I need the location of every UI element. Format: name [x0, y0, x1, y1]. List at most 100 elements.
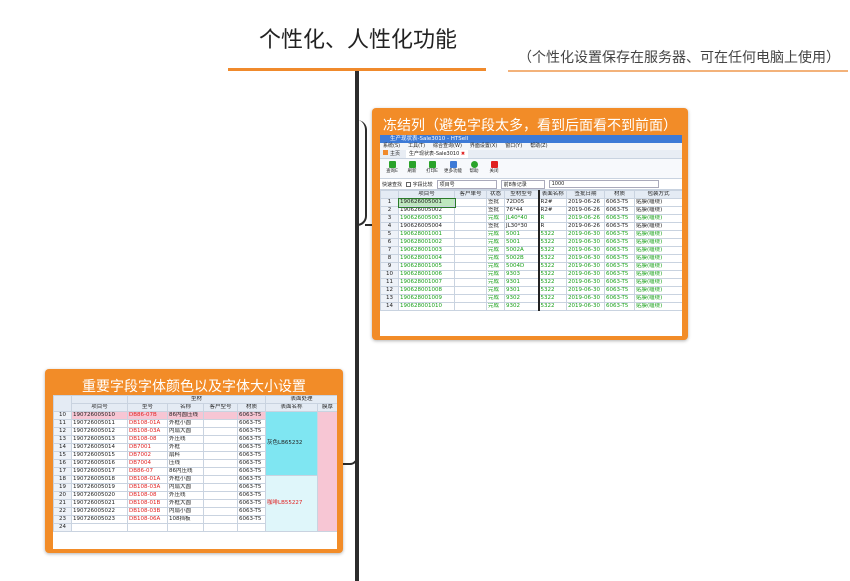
print-icon	[428, 161, 436, 168]
row-number-cell: 5	[380, 230, 399, 239]
table-row[interactable]: 12 190628001008 完成 9301 5322 2019-06-30 6063-T…	[380, 286, 682, 295]
table-cell: 190628001007	[398, 278, 455, 287]
column-header[interactable]: 项目号	[398, 190, 455, 199]
table-cell: 190726005021	[71, 499, 128, 508]
menu-item-query[interactable]: 综合查询(W)	[433, 143, 462, 150]
column-header[interactable]: 材质	[236, 403, 267, 412]
table-cell	[203, 427, 238, 436]
home-icon	[383, 150, 388, 155]
table-cell	[454, 294, 487, 303]
close-button[interactable]: 关闭	[486, 161, 502, 176]
table-cell: 190628001006	[398, 270, 455, 279]
table-cell: 贴膜(缠绕)	[634, 222, 682, 231]
table-cell: 贴膜(缠绕)	[634, 254, 682, 263]
table-cell: 5322	[538, 246, 567, 255]
table-cell	[454, 302, 487, 311]
row-number-cell: 6	[380, 238, 399, 247]
field-select[interactable]: 项目号	[436, 179, 497, 189]
table-cell	[454, 222, 487, 231]
table-row[interactable]: 1 190626005001 签批 72D05 R2# 2019-06-26 6063-T5…	[380, 197, 682, 208]
table-cell: JL40*40	[504, 214, 540, 223]
table-row[interactable]: 11 190628001007 完成 9301 5322 2019-06-30 6063-T…	[380, 278, 682, 287]
table-cell: 9301	[504, 278, 540, 287]
table-row[interactable]: 7 190628001003 完成 5002A 5322 2019-06-30 6063-T…	[380, 246, 682, 255]
table-cell: 5322	[538, 294, 567, 303]
table-cell	[203, 475, 238, 484]
table-cell: 5322	[538, 238, 567, 247]
table-row[interactable]: 3 190626005003 完成 JL40*40 R 2019-06-26 6063-T5…	[380, 214, 682, 223]
table-cell	[454, 262, 487, 271]
column-header[interactable]: 型号	[127, 403, 168, 412]
table-row[interactable]: 13 190628001009 完成 9302 5322 2019-06-30 6063-T…	[380, 294, 682, 303]
close-tab-icon[interactable]: ✖	[461, 151, 465, 157]
column-header[interactable]: 材质	[604, 190, 635, 199]
table-row[interactable]: 18 190726005018 DB108-01A 外框小圆 6063-T5 咖啡LB55…	[53, 475, 338, 532]
more-functions-button[interactable]: 更多功能	[444, 161, 462, 176]
record-mode-select[interactable]: 前8条记录	[500, 179, 545, 189]
table-cell: 6063-T5	[604, 230, 635, 239]
table-row[interactable]: 8 190628001004 完成 5002B 5322 2019-06-30 6063-T…	[380, 254, 682, 263]
table-cell: 2019-06-30	[566, 246, 605, 255]
refresh-button[interactable]: 刷新	[404, 161, 420, 176]
column-header[interactable]: 膜厚	[317, 403, 337, 412]
table-cell: DB86-07B	[127, 411, 168, 420]
column-header[interactable]: 表面名称	[538, 190, 567, 199]
limit-input[interactable]: 1000	[548, 180, 659, 188]
table-cell: 2019-06-30	[566, 278, 605, 287]
field-compare-checkbox[interactable]: 字段比较	[406, 181, 433, 188]
column-header[interactable]: 表面名称	[265, 403, 319, 412]
query-button[interactable]: 查询E	[384, 161, 400, 176]
table-cell	[454, 270, 487, 279]
table-cell	[454, 246, 487, 255]
column-header[interactable]: 签批日期	[566, 190, 605, 199]
table-cell: 190628001005	[398, 262, 455, 271]
table-row[interactable]: 9 190628001005 完成 5004D 5322 2019-06-30 6063-T…	[380, 262, 682, 271]
table-cell: 5002B	[504, 254, 540, 263]
column-header[interactable]: 名称	[167, 403, 204, 412]
table-cell: 贴膜(缠绕)	[634, 214, 682, 223]
table-cell: 5322	[538, 286, 567, 295]
table-cell: DB86-07	[127, 467, 168, 476]
table-cell: 2019-06-26	[566, 214, 605, 223]
note-underline	[508, 70, 848, 72]
table-cell	[203, 515, 238, 524]
column-header[interactable]: 项目号	[71, 403, 128, 412]
menu-item-interface[interactable]: 界面设置(X)	[470, 143, 497, 150]
menu-item-tools[interactable]: 工具(T)	[408, 143, 425, 150]
table-row[interactable]: 5 190628001001 完成 5001 5322 2019-06-30 6063-T5…	[380, 230, 682, 239]
table-row[interactable]: 6 190628001002 完成 5001 5322 2019-06-30 6063-T5…	[380, 238, 682, 247]
column-header[interactable]: 状态	[486, 190, 505, 199]
table-cell: 2019-06-30	[566, 302, 605, 311]
tab-home[interactable]: 主页	[383, 150, 400, 158]
table-row[interactable]: 10 190628001006 完成 9303 5322 2019-06-30 6063-T…	[380, 270, 682, 279]
column-header[interactable]: 客户单号	[454, 190, 487, 199]
column-header[interactable]: 客户型号	[203, 403, 238, 412]
column-header[interactable]: 型材型号	[504, 190, 540, 199]
menu-item-help[interactable]: 帮助(Z)	[530, 143, 547, 150]
row-number-cell: 20	[53, 491, 72, 500]
table-cell: 190726005011	[71, 419, 128, 428]
column-header[interactable]: 包装方式	[634, 190, 682, 199]
toolbar: 查询E 刷新 打印E 更多功能 帮助 关闭	[380, 159, 682, 179]
table-cell: 6063-T5	[604, 238, 635, 247]
menu-item-window[interactable]: 窗口(Y)	[505, 143, 522, 150]
menu-item-system[interactable]: 系统(S)	[383, 143, 400, 150]
table-cell: 6063-T5	[604, 262, 635, 271]
table-cell: 5322	[538, 278, 567, 287]
film-thickness-cell	[317, 411, 337, 532]
table-cell: DB108-06A	[127, 515, 168, 524]
table-row[interactable]: 14 190628001010 完成 9302 5322 2019-06-30 6063-T…	[380, 302, 682, 311]
tab-production-status[interactable]: 生产现状表-Sale3010 ✖	[406, 150, 469, 158]
window-titlebar: 生产现状表-Sale3010 - HTSell	[380, 135, 682, 143]
table-cell: 内扇大圆	[167, 427, 204, 436]
table-cell: 6063-T5	[236, 499, 267, 508]
table-cell: 贴膜(缠绕)	[634, 294, 682, 303]
help-button[interactable]: 帮助	[466, 161, 482, 176]
table-row[interactable]: 10 190726005010 DB86-07B 86内圆压线 6063-T5 灰色LB6…	[53, 411, 337, 532]
table-cell	[203, 483, 238, 492]
table-row[interactable]: 2 190626005002 签批 76*44 R2# 2019-06-26 6063-T5…	[380, 206, 682, 215]
print-button[interactable]: 打印E	[424, 161, 440, 176]
table-row[interactable]: 4 190626005004 签批 JL30*30 R 2019-06-26 6063-T5…	[380, 222, 682, 231]
table-cell	[203, 451, 238, 460]
table-cell: 190626005002	[398, 206, 455, 215]
